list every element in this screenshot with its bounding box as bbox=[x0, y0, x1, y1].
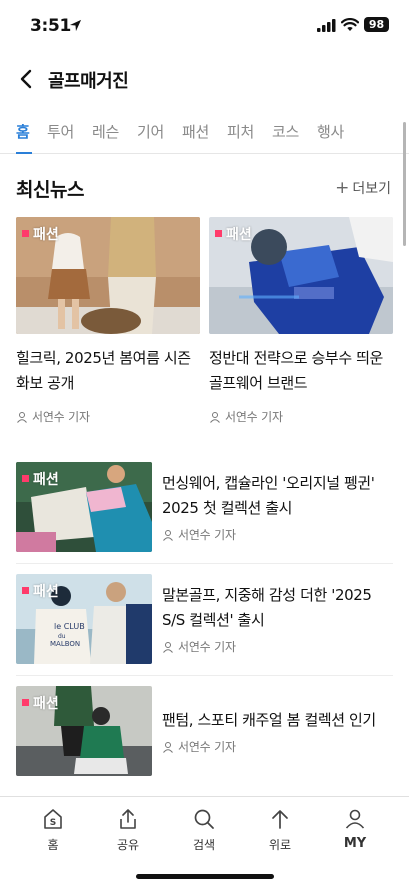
divider bbox=[16, 563, 393, 564]
tab-gear[interactable]: 기어 bbox=[137, 121, 164, 142]
back-arrow-icon[interactable] bbox=[14, 66, 40, 92]
category-badge: 패션 bbox=[22, 224, 59, 244]
plus-icon: + bbox=[335, 178, 350, 198]
app-header: 골프매거진 bbox=[0, 56, 409, 102]
tab-feature[interactable]: 피처 bbox=[227, 121, 254, 142]
list-item-2-title[interactable]: 말본골프, 지중해 감성 더한 '2025 S/S 컬렉션' 출시 bbox=[162, 583, 402, 633]
category-badge: 패션 bbox=[215, 224, 252, 244]
battery-indicator: 98 bbox=[364, 17, 389, 32]
person-icon bbox=[163, 642, 173, 653]
featured-card-2-image[interactable]: 패션 bbox=[209, 217, 393, 334]
title-line-2: S/S 컬렉션' 출시 bbox=[162, 611, 265, 629]
list-item-3-author: 서연수 기자 bbox=[162, 738, 236, 755]
featured-card-2-title[interactable]: 정반대 전략으로 승부수 띄운 골프웨어 브랜드 bbox=[209, 346, 404, 396]
tab-tour[interactable]: 투어 bbox=[47, 121, 74, 142]
more-label: 더보기 bbox=[352, 181, 391, 197]
title-line-2: 2025 첫 컬렉션 출시 bbox=[162, 499, 293, 517]
featured-card-1-author: 서연수 기자 bbox=[16, 408, 90, 425]
list-item-3-title[interactable]: 팬텀, 스포티 캐주얼 봄 컬렉션 인기 bbox=[162, 708, 402, 733]
author-name: 서연수 기자 bbox=[178, 740, 236, 754]
list-item-3-image[interactable]: 패션 bbox=[16, 686, 152, 776]
share-icon bbox=[120, 809, 136, 829]
list-item-1-title[interactable]: 먼싱웨어, 캡슐라인 '오리지널 펭귄' 2025 첫 컬렉션 출시 bbox=[162, 471, 402, 521]
status-time: 3:51 bbox=[30, 16, 72, 36]
title-line-1: 먼싱웨어, 캡슐라인 '오리지널 펭귄' bbox=[162, 474, 375, 492]
home-s-icon: S bbox=[44, 809, 62, 829]
author-name: 서연수 기자 bbox=[178, 528, 236, 542]
divider bbox=[16, 675, 393, 676]
nav-label: 검색 bbox=[192, 838, 216, 852]
shirt-print-text: MALBON bbox=[50, 640, 80, 648]
nav-label: 홈 bbox=[47, 838, 59, 852]
featured-card-1-image[interactable]: 패션 bbox=[16, 217, 200, 334]
nav-my[interactable]: MY bbox=[325, 807, 385, 851]
title-line-1: 힐크릭, 2025년 봄여름 시즌 bbox=[16, 349, 191, 367]
nav-label: 위로 bbox=[268, 838, 292, 852]
author-name: 서연수 기자 bbox=[32, 410, 90, 424]
person-icon bbox=[345, 809, 365, 829]
tab-lesson[interactable]: 레슨 bbox=[92, 121, 119, 142]
arrow-up-icon bbox=[272, 810, 288, 829]
search-icon bbox=[194, 809, 214, 829]
nav-home[interactable]: S 홈 bbox=[23, 807, 83, 853]
title-line-1: 정반대 전략으로 승부수 띄운 bbox=[209, 349, 383, 367]
nav-label: MY bbox=[343, 836, 367, 851]
section-title: 최신뉴스 bbox=[16, 179, 84, 201]
active-tab-indicator bbox=[16, 152, 32, 154]
shirt-print-text: du bbox=[58, 633, 66, 640]
person-icon bbox=[17, 412, 27, 423]
tab-fashion[interactable]: 패션 bbox=[182, 121, 209, 142]
title-line-2: 골프웨어 브랜드 bbox=[209, 374, 308, 392]
tab-event[interactable]: 행사 bbox=[317, 121, 344, 142]
nav-label: 공유 bbox=[116, 838, 140, 852]
category-badge: 패션 bbox=[22, 469, 59, 489]
category-badge: 패션 bbox=[22, 581, 59, 601]
nav-scroll-top[interactable]: 위로 bbox=[250, 807, 310, 853]
scrollbar[interactable] bbox=[403, 122, 406, 246]
nav-share[interactable]: 공유 bbox=[98, 807, 158, 853]
person-icon bbox=[163, 530, 173, 541]
title-line-2: 화보 공개 bbox=[16, 374, 74, 392]
status-bar: 3:51 98 bbox=[0, 0, 409, 52]
wifi-icon bbox=[341, 18, 359, 31]
bottom-nav: S 홈 공유 검색 위로 MY bbox=[0, 796, 409, 886]
list-item-2-author: 서연수 기자 bbox=[162, 638, 236, 655]
author-name: 서연수 기자 bbox=[225, 410, 283, 424]
title-line-1: 말본골프, 지중해 감성 더한 '2025 bbox=[162, 586, 372, 604]
category-badge: 패션 bbox=[22, 693, 59, 713]
shirt-print-text: le CLUB bbox=[54, 622, 85, 631]
title-line-1: 팬텀, 스포티 캐주얼 봄 컬렉션 인기 bbox=[162, 711, 376, 729]
location-arrow-icon bbox=[69, 19, 82, 32]
tab-home[interactable]: 홈 bbox=[16, 121, 30, 142]
cellular-signal-icon bbox=[317, 19, 336, 32]
featured-card-2-author: 서연수 기자 bbox=[209, 408, 283, 425]
home-indicator bbox=[136, 874, 274, 879]
list-item-1-author: 서연수 기자 bbox=[162, 526, 236, 543]
page-title: 골프매거진 bbox=[48, 71, 129, 92]
person-icon bbox=[163, 742, 173, 753]
author-name: 서연수 기자 bbox=[178, 640, 236, 654]
svg-text:S: S bbox=[50, 818, 56, 828]
category-tabs: 홈 투어 레슨 기어 패션 피처 코스 행사 bbox=[0, 110, 409, 154]
tab-course[interactable]: 코스 bbox=[272, 121, 299, 142]
more-button[interactable]: + 더보기 bbox=[335, 178, 391, 198]
nav-search[interactable]: 검색 bbox=[174, 807, 234, 853]
list-item-1-image[interactable]: 패션 bbox=[16, 462, 152, 552]
list-item-2-image[interactable]: le CLUB du MALBON 패션 bbox=[16, 574, 152, 664]
featured-card-1-title[interactable]: 힐크릭, 2025년 봄여름 시즌 화보 공개 bbox=[16, 346, 206, 396]
person-icon bbox=[210, 412, 220, 423]
